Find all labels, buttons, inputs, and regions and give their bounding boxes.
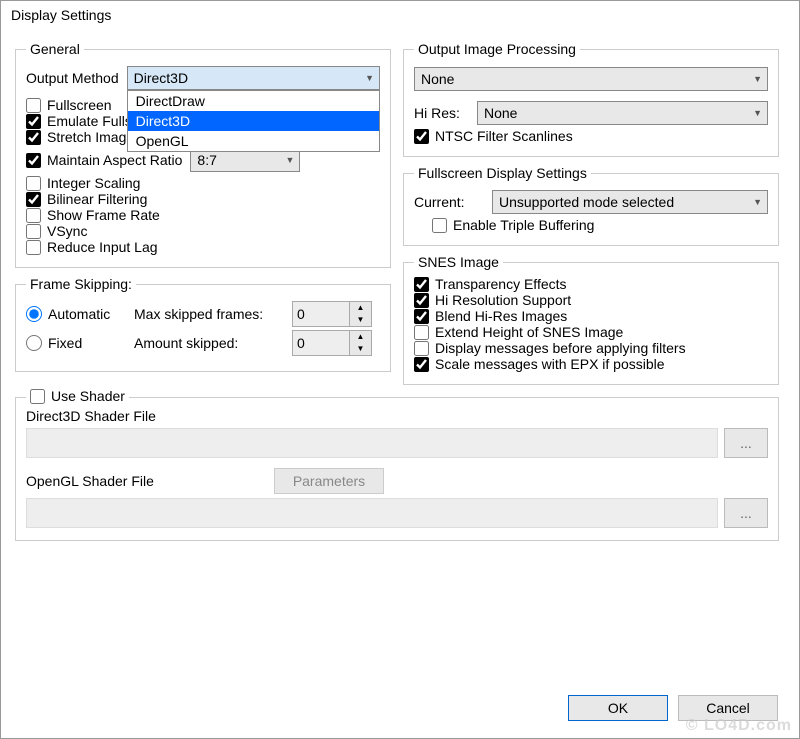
- hires-value: None: [484, 105, 517, 121]
- use-shader-checkbox[interactable]: [30, 389, 45, 404]
- ogl-shader-label: OpenGL Shader File: [26, 473, 266, 489]
- transparency-checkbox[interactable]: [414, 277, 429, 292]
- frameskip-fixed-radio[interactable]: [26, 335, 42, 351]
- integer-checkbox[interactable]: [26, 176, 41, 191]
- d3d-shader-label: Direct3D Shader File: [26, 408, 768, 424]
- spinner-down-icon[interactable]: ▼: [350, 343, 371, 355]
- chevron-down-icon: ▼: [753, 108, 762, 118]
- blend-label: Blend Hi-Res Images: [435, 308, 567, 324]
- extend-checkbox[interactable]: [414, 325, 429, 340]
- shader-group: Use Shader Direct3D Shader File ... Open…: [15, 397, 779, 541]
- triple-buffering-label: Enable Triple Buffering: [453, 217, 594, 233]
- vsync-checkbox[interactable]: [26, 224, 41, 239]
- scale-msg-checkbox[interactable]: [414, 357, 429, 372]
- framerate-label: Show Frame Rate: [47, 207, 160, 223]
- current-label: Current:: [414, 194, 484, 210]
- stretch-label: Stretch Image: [47, 129, 134, 145]
- max-skipped-input[interactable]: [293, 302, 349, 326]
- use-shader-label: Use Shader: [51, 388, 125, 404]
- amount-skipped-spinner[interactable]: ▲▼: [292, 330, 372, 356]
- frameskip-legend: Frame Skipping:: [26, 276, 136, 292]
- spinner-up-icon[interactable]: ▲: [350, 302, 371, 314]
- spinner-down-icon[interactable]: ▼: [350, 314, 371, 326]
- window-title: Display Settings: [1, 1, 799, 31]
- extend-label: Extend Height of SNES Image: [435, 324, 623, 340]
- bilinear-label: Bilinear Filtering: [47, 191, 147, 207]
- integer-label: Integer Scaling: [47, 175, 140, 191]
- chevron-down-icon: ▼: [365, 73, 374, 83]
- bilinear-checkbox[interactable]: [26, 192, 41, 207]
- framerate-checkbox[interactable]: [26, 208, 41, 223]
- general-legend: General: [26, 41, 84, 57]
- d3d-browse-button[interactable]: ...: [724, 428, 768, 458]
- d3d-shader-input[interactable]: [26, 428, 718, 458]
- output-method-option-directdraw[interactable]: DirectDraw: [128, 91, 379, 111]
- aspect-checkbox[interactable]: [26, 153, 41, 168]
- aspect-value: 8:7: [197, 152, 216, 168]
- emulate-fullscreen-checkbox[interactable]: [26, 114, 41, 129]
- scale-msg-label: Scale messages with EPX if possible: [435, 356, 665, 372]
- output-method-dropdown: DirectDraw Direct3D OpenGL: [127, 90, 380, 152]
- display-msg-checkbox[interactable]: [414, 341, 429, 356]
- triple-buffering-checkbox[interactable]: [432, 218, 447, 233]
- display-msg-label: Display messages before applying filters: [435, 340, 686, 356]
- hires-combo[interactable]: None ▼: [477, 101, 768, 125]
- output-processing-legend: Output Image Processing: [414, 41, 580, 57]
- fullscreen-display-legend: Fullscreen Display Settings: [414, 165, 591, 181]
- inputlag-checkbox[interactable]: [26, 240, 41, 255]
- chevron-down-icon: ▼: [285, 155, 294, 165]
- output-method-value: Direct3D: [134, 70, 188, 86]
- fullscreen-checkbox[interactable]: [26, 98, 41, 113]
- fullscreen-display-group: Fullscreen Display Settings Current: Uns…: [403, 165, 779, 246]
- frameskip-group: Frame Skipping: Automatic Max skipped fr…: [15, 276, 391, 372]
- fullscreen-label: Fullscreen: [47, 97, 112, 113]
- hires-label: Hi Res:: [414, 105, 469, 121]
- chevron-down-icon: ▼: [753, 197, 762, 207]
- hires-support-label: Hi Resolution Support: [435, 292, 571, 308]
- ogl-browse-button[interactable]: ...: [724, 498, 768, 528]
- max-skipped-label: Max skipped frames:: [134, 306, 284, 322]
- amount-skipped-label: Amount skipped:: [134, 335, 284, 351]
- hires-support-checkbox[interactable]: [414, 293, 429, 308]
- ntsc-label: NTSC Filter Scanlines: [435, 128, 573, 144]
- general-group: General Output Method Direct3D ▼ DirectD…: [15, 41, 391, 268]
- ogl-shader-input[interactable]: [26, 498, 718, 528]
- frameskip-auto-radio[interactable]: [26, 306, 42, 322]
- blend-checkbox[interactable]: [414, 309, 429, 324]
- frameskip-auto-label: Automatic: [48, 306, 110, 322]
- output-processing-value: None: [421, 71, 454, 87]
- chevron-down-icon: ▼: [753, 74, 762, 84]
- current-mode-combo[interactable]: Unsupported mode selected ▼: [492, 190, 768, 214]
- parameters-button[interactable]: Parameters: [274, 468, 384, 494]
- snes-image-legend: SNES Image: [414, 254, 503, 270]
- output-method-label: Output Method: [26, 70, 119, 86]
- inputlag-label: Reduce Input Lag: [47, 239, 158, 255]
- amount-skipped-input[interactable]: [293, 331, 349, 355]
- watermark: © LO4D.com: [686, 717, 792, 735]
- max-skipped-spinner[interactable]: ▲▼: [292, 301, 372, 327]
- spinner-up-icon[interactable]: ▲: [350, 331, 371, 343]
- current-mode-value: Unsupported mode selected: [499, 194, 674, 210]
- output-processing-combo[interactable]: None ▼: [414, 67, 768, 91]
- output-method-option-direct3d[interactable]: Direct3D: [128, 111, 379, 131]
- output-processing-group: Output Image Processing None ▼ Hi Res: N…: [403, 41, 779, 157]
- stretch-checkbox[interactable]: [26, 130, 41, 145]
- output-method-combo[interactable]: Direct3D ▼ DirectDraw Direct3D OpenGL: [127, 66, 380, 90]
- display-settings-window: Display Settings General Output Method D…: [0, 0, 800, 739]
- snes-image-group: SNES Image Transparency Effects Hi Resol…: [403, 254, 779, 385]
- frameskip-fixed-label: Fixed: [48, 335, 82, 351]
- ok-button[interactable]: OK: [568, 695, 668, 721]
- output-method-option-opengl[interactable]: OpenGL: [128, 131, 379, 151]
- vsync-label: VSync: [47, 223, 87, 239]
- transparency-label: Transparency Effects: [435, 276, 567, 292]
- aspect-label: Maintain Aspect Ratio: [47, 152, 182, 168]
- ntsc-checkbox[interactable]: [414, 129, 429, 144]
